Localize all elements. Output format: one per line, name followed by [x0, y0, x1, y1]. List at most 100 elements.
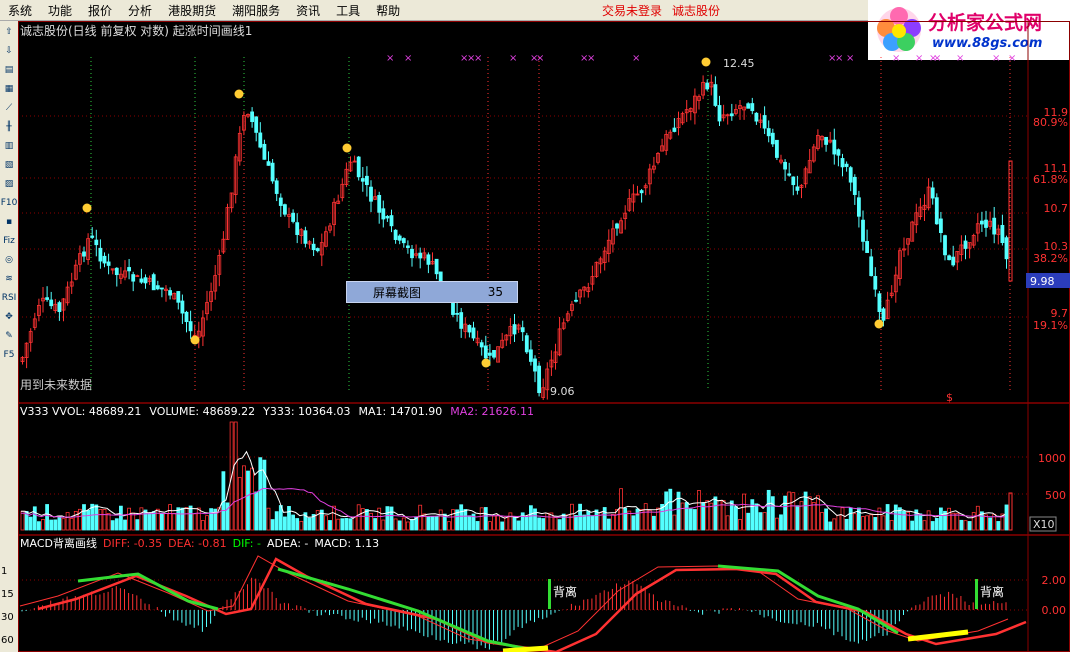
candle	[82, 251, 86, 257]
candle	[467, 325, 472, 333]
menu-item-function[interactable]: 功能	[40, 2, 80, 19]
arrows-icon[interactable]: RSI	[1, 290, 17, 306]
candle	[729, 113, 734, 117]
signal-marker: ×	[1008, 53, 1016, 64]
menu-item-help[interactable]: 帮助	[368, 2, 408, 19]
volume-bar	[652, 515, 656, 531]
candle	[881, 308, 886, 321]
candle	[787, 173, 792, 176]
volume-bar	[820, 512, 824, 531]
candle	[168, 290, 173, 296]
diff-line	[19, 555, 1009, 650]
candle	[844, 163, 849, 167]
screenshot-popup[interactable]: 屏幕截图 35	[346, 281, 518, 303]
menu-item-analysis[interactable]: 分析	[120, 2, 160, 19]
candle	[90, 235, 95, 238]
arrow-down-icon[interactable]: ⇩	[1, 43, 17, 59]
candle	[947, 255, 951, 261]
f5-icon[interactable]: ✎	[1, 328, 17, 344]
price-label: 38.2%	[1033, 252, 1068, 265]
chart-icon[interactable]: ▨	[1, 176, 17, 192]
candle	[278, 197, 283, 206]
target-icon[interactable]: Fiz	[1, 233, 17, 249]
volume-bar	[344, 517, 349, 531]
screenshot-label: 屏幕截图	[373, 285, 422, 300]
candle	[984, 219, 988, 228]
volume-bar	[775, 517, 779, 531]
volume-bar	[955, 512, 960, 531]
candle	[574, 299, 578, 302]
volume-axis-label: 1000	[1038, 452, 1066, 465]
volume-bar	[512, 516, 517, 531]
volume-bar	[688, 508, 693, 531]
volume-bar	[233, 421, 238, 531]
volume-bar	[619, 488, 623, 531]
page-icon[interactable]: ▤	[1, 62, 17, 78]
volume-bar	[41, 518, 45, 531]
future-data-note: 用到未来数据	[20, 377, 92, 392]
fin-icon[interactable]: ▧	[1, 157, 17, 173]
macd-indicator-value: DIF: -	[233, 537, 261, 550]
candle	[533, 358, 537, 372]
rsi-icon[interactable]: ≋	[1, 271, 17, 287]
volume-bar	[930, 521, 935, 531]
volume-bar	[20, 510, 25, 531]
login-status-text[interactable]: 交易未登录	[602, 4, 662, 18]
signal-marker: ×	[846, 53, 854, 64]
settings-icon[interactable]: F5	[1, 347, 17, 363]
menu-item-quote[interactable]: 报价	[80, 2, 120, 19]
hand-marker-icon	[701, 57, 711, 67]
menu-item-hk-futures[interactable]: 港股期货	[160, 2, 224, 19]
candle	[1000, 224, 1005, 244]
period-number[interactable]: 15	[1, 589, 14, 600]
wave-icon[interactable]: ◎	[1, 252, 17, 268]
menu-item-system[interactable]: 系统	[0, 2, 40, 19]
fiz-icon[interactable]: ▪	[1, 214, 17, 230]
volume-bar	[611, 514, 615, 531]
bar-icon[interactable]: ▥	[1, 138, 17, 154]
volume-bar	[836, 514, 841, 531]
volume-bar	[861, 516, 865, 531]
volume-bar	[971, 512, 976, 531]
line-icon[interactable]: ⟋	[1, 100, 17, 116]
volume-bar	[594, 509, 599, 531]
hand-marker-icon	[234, 89, 244, 99]
arrow-up-icon[interactable]: ⇧	[1, 24, 17, 40]
candle	[992, 217, 997, 235]
period-number[interactable]: 60	[1, 635, 14, 646]
volume-bar	[553, 517, 558, 531]
candle	[459, 312, 464, 329]
candle	[451, 301, 455, 315]
grid-icon[interactable]: ▦	[1, 81, 17, 97]
candle	[873, 276, 878, 290]
menu-item-news[interactable]: 资讯	[288, 2, 328, 19]
menu-item-tools[interactable]: 工具	[328, 2, 368, 19]
volume-bar	[766, 489, 771, 531]
candle	[524, 335, 529, 353]
signal-marker: ×	[992, 53, 1000, 64]
candle	[94, 239, 99, 246]
menu-item-chaoyang[interactable]: 潮阳服务	[224, 2, 288, 19]
divergence-label: 背离	[980, 584, 1004, 599]
volume-bar	[356, 504, 361, 531]
candle-icon[interactable]: ╫	[1, 119, 17, 135]
candle	[389, 215, 394, 227]
volume-bar	[496, 514, 501, 531]
candle	[311, 243, 316, 251]
f10-icon[interactable]: F10	[1, 195, 17, 211]
volume-bar	[606, 518, 611, 531]
candle	[106, 261, 111, 266]
hand-marker-icon	[82, 203, 92, 213]
candle	[405, 245, 410, 248]
candle	[865, 241, 869, 253]
candlestick-series	[20, 74, 1009, 400]
stock-chart[interactable]: × × ××× × ×× ×× × ×× × × × ×× × × ×11.980.9%11.161.8%1…	[18, 21, 1070, 652]
volume-bar	[1008, 492, 1013, 531]
period-number[interactable]: 30	[1, 612, 14, 623]
low-price-label: 9.06	[550, 385, 575, 398]
macd-axis-label: 0.00	[1042, 604, 1067, 617]
volume-bar	[328, 520, 332, 531]
pen-icon[interactable]: ✥	[1, 309, 17, 325]
candle	[258, 132, 263, 148]
period-number[interactable]: 1	[1, 566, 7, 577]
